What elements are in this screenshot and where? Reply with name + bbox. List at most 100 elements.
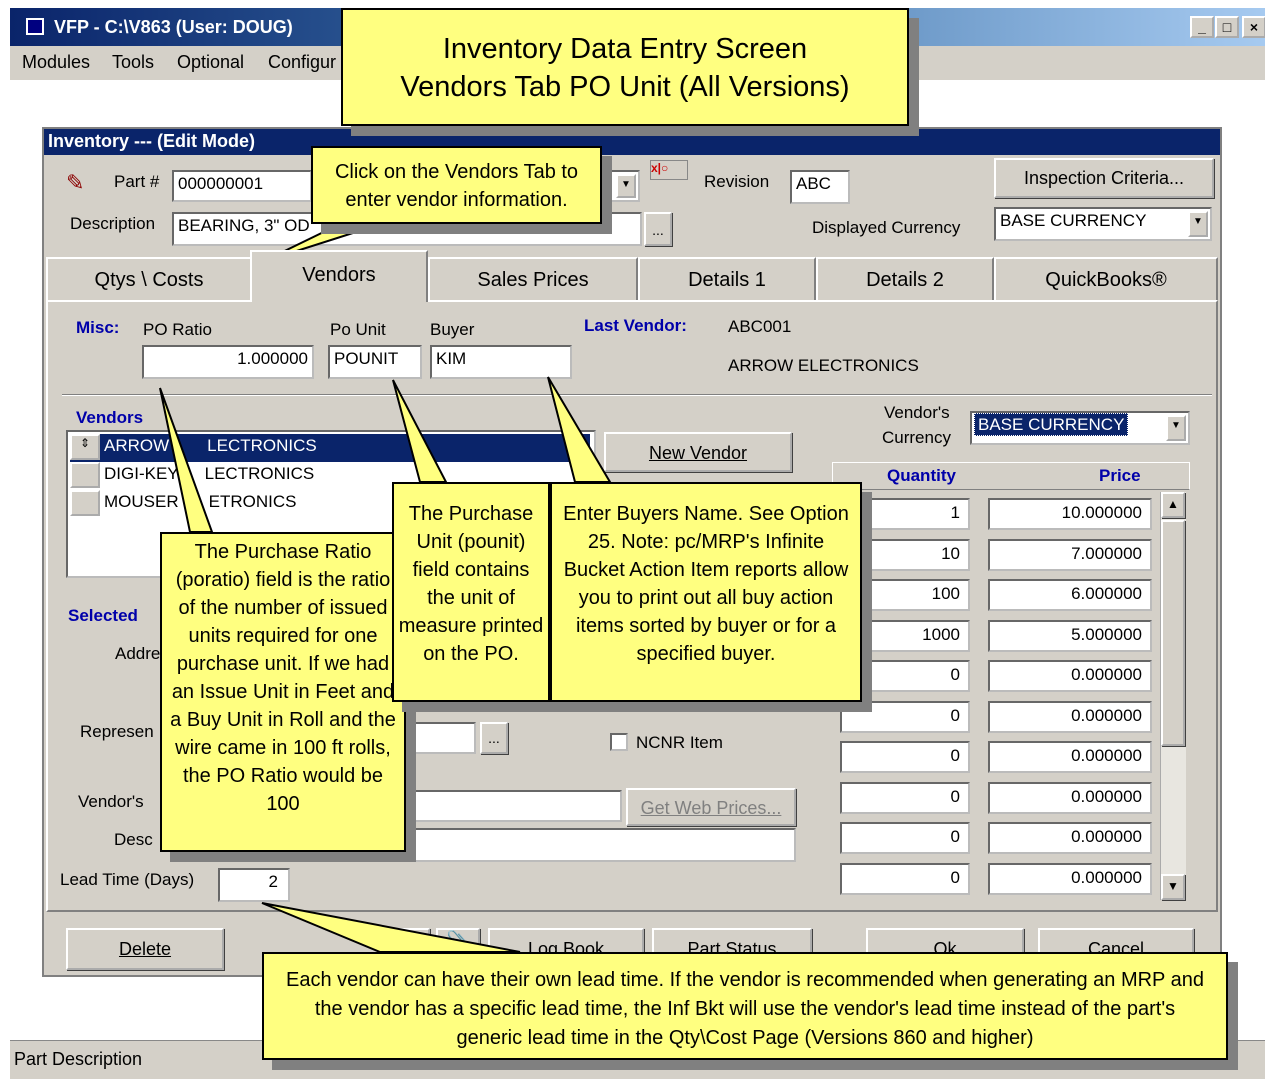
revision-field[interactable]: ABC [790,170,850,204]
quantity-cell[interactable]: 0 [840,700,970,733]
chevron-down-icon[interactable]: ▼ [1188,211,1208,237]
tab-vendors[interactable]: Vendors [250,250,428,302]
menu-configure[interactable]: Configur [268,52,336,73]
lead-time-field[interactable]: 2 [218,868,290,902]
clear-part-icon[interactable]: x|○ [650,160,688,180]
vendor-currency-label-1: Vendor's [884,403,950,422]
po-ratio-callout: The Purchase Ratio (poratio) field is th… [160,532,406,852]
vendors-tab-callout: Click on the Vendors Tab to enter vendor… [311,146,602,224]
part-number-field[interactable]: 000000001 [172,170,312,202]
delete-button[interactable]: Delete [66,928,224,970]
price-cell[interactable]: 0.000000 [988,741,1152,773]
header-callout-line2: Vendors Tab PO Unit (All Versions) [400,71,850,103]
description-label: Description [70,214,156,233]
price-cell[interactable]: 5.000000 [988,619,1152,652]
price-header: Price [1099,466,1141,485]
po-unit-label: Po Unit [330,320,386,339]
buyer-field[interactable]: KIM [430,345,572,379]
vendors-label: Vendors [76,408,144,427]
tab-sales-prices[interactable]: Sales Prices [428,257,638,302]
form-title-bar: Inventory --- (Edit Mode) [44,129,1220,155]
description-ellipsis-button[interactable]: ... [644,212,672,246]
header-callout-line1: Inventory Data Entry Screen [442,33,808,65]
scroll-down-icon[interactable]: ▼ [1161,874,1185,900]
displayed-currency-label: Displayed Currency [812,218,961,237]
displayed-currency-combo[interactable]: BASE CURRENCY ▼ [994,207,1212,241]
maximize-button[interactable]: □ [1215,16,1239,38]
chevron-down-icon[interactable]: ▼ [616,174,636,198]
representative-label: Represen [80,722,154,741]
misc-label: Misc: [76,318,120,337]
po-ratio-label: PO Ratio [143,320,212,339]
revision-label: Revision [704,172,770,191]
address-label: Addre [115,644,161,663]
price-cell[interactable]: 0.000000 [988,862,1152,895]
price-break-header: Quantity Price [832,462,1190,490]
po-unit-callout: The Purchase Unit (pounit) field contain… [392,482,550,702]
row-selector[interactable] [70,490,100,516]
menu-optional[interactable]: Optional [177,52,244,73]
description2-label: Desc [114,830,153,849]
new-vendor-button[interactable]: New Vendor [604,432,792,472]
app-icon [26,18,44,35]
buyer-callout: Enter Buyers Name. See Option 25. Note: … [550,482,862,702]
header-callout: Inventory Data Entry Screen Vendors Tab … [341,8,909,126]
vendor-name: MOUSER ETRONICS [104,492,297,511]
menu-modules[interactable]: Modules [22,52,90,73]
vendor-name: DIGI-KEY LECTRONICS [104,464,315,483]
last-vendor-code: ABC001 [728,317,792,336]
selected-label: Selected [68,606,138,625]
buyer-label: Buyer [430,320,475,339]
part-number-label: Part # [114,172,160,191]
lead-time-callout: Each vendor can have their own lead time… [262,952,1228,1060]
vendor-part-field[interactable] [400,790,622,822]
vendor-currency-value: BASE CURRENCY [974,413,1129,436]
inspection-criteria-button[interactable]: Inspection Criteria... [994,158,1214,198]
quantity-cell[interactable]: 0 [840,822,970,854]
po-ratio-field[interactable]: 1.000000 [142,345,314,379]
ncnr-label: NCNR Item [636,733,723,752]
lead-time-label: Lead Time (Days) [60,870,195,889]
status-text: Part Description [14,1049,143,1069]
row-selector[interactable] [70,462,100,488]
minimize-button[interactable]: _ [1190,16,1214,38]
price-cell[interactable]: 10.000000 [988,498,1152,530]
tab-quickbooks[interactable]: QuickBooks® [994,257,1218,302]
price-cell[interactable]: 0.000000 [988,822,1152,854]
tab-qtys-costs[interactable]: Qtys \ Costs [46,257,252,302]
menu-tools[interactable]: Tools [112,52,154,73]
po-unit-field[interactable]: POUNIT [328,345,422,379]
quantity-cell[interactable]: 0 [840,741,970,773]
ncnr-checkbox[interactable] [610,733,628,751]
list-item[interactable]: ⇕ ARROW LECTRONICS [70,434,590,462]
scroll-up-icon[interactable]: ▲ [1161,492,1185,518]
chevron-down-icon[interactable]: ▼ [1166,415,1186,441]
form-title: Inventory --- (Edit Mode) [48,131,255,151]
pencil-icon: ✎ [66,170,85,195]
price-cell[interactable]: 0.000000 [988,660,1152,692]
vendor-currency-combo[interactable]: BASE CURRENCY ▼ [970,411,1190,445]
vendor-description-field[interactable] [400,828,796,862]
tab-details-2[interactable]: Details 2 [816,257,994,302]
row-marker-icon: ⇕ [70,434,100,460]
last-vendor-name: ARROW ELECTRONICS [728,356,919,375]
price-cell[interactable]: 0.000000 [988,781,1152,814]
quantity-cell[interactable]: 0 [840,862,970,895]
price-cell[interactable]: 6.000000 [988,579,1152,611]
scroll-thumb[interactable] [1161,520,1185,746]
price-cell[interactable]: 7.000000 [988,538,1152,571]
price-cell[interactable]: 0.000000 [988,700,1152,733]
representative-field[interactable] [400,722,476,754]
price-break-scrollbar[interactable]: ▲ ▼ [1160,492,1186,900]
representative-ellipsis-button[interactable]: ... [480,722,508,754]
vendor-currency-label-2: Currency [882,428,951,447]
displayed-currency-value: BASE CURRENCY [1000,211,1147,230]
close-button[interactable]: × [1242,16,1265,38]
quantity-header: Quantity [887,466,956,485]
quantity-cell[interactable]: 0 [840,781,970,814]
vendor-part-label: Vendor's [78,792,144,811]
get-web-prices-button[interactable]: Get Web Prices... [626,788,796,826]
tab-details-1[interactable]: Details 1 [638,257,816,302]
window-title: VFP - C:\V863 (User: DOUG) [54,17,293,37]
last-vendor-label: Last Vendor: [584,316,687,335]
